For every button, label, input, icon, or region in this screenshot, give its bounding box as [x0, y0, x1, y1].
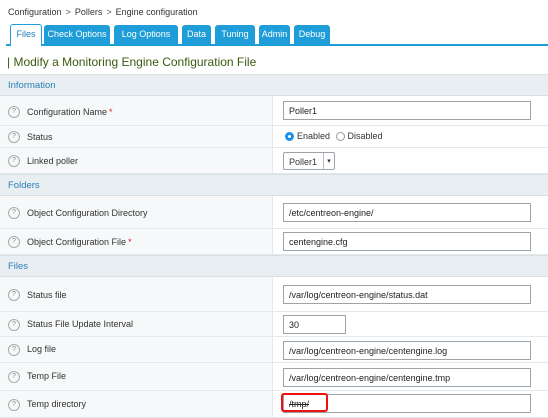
- status-enabled-label[interactable]: Enabled: [297, 131, 330, 141]
- field-label: Status: [27, 132, 53, 142]
- field-label: Linked poller: [27, 156, 79, 166]
- row-linked-poller: ? Linked poller Poller1 ▾: [0, 148, 548, 174]
- section-files: Files: [0, 255, 548, 277]
- row-temp-directory: ? Temp directory /tmp/: [0, 391, 548, 418]
- breadcrumb-pollers[interactable]: Pollers: [75, 7, 103, 17]
- configuration-name-input[interactable]: Poller1: [283, 101, 531, 120]
- help-icon[interactable]: ?: [8, 207, 20, 219]
- object-config-file-input[interactable]: centengine.cfg: [283, 232, 531, 251]
- tab-debug[interactable]: Debug: [294, 25, 330, 44]
- help-icon[interactable]: ?: [8, 236, 20, 248]
- status-disabled-label[interactable]: Disabled: [348, 131, 383, 141]
- row-object-config-file: ? Object Configuration File * centengine.…: [0, 229, 548, 255]
- row-status-file-update-interval: ? Status File Update Interval 30: [0, 312, 548, 337]
- required-marker: *: [128, 237, 132, 247]
- status-radio-group: Enabled Disabled: [285, 131, 383, 141]
- row-status-file: ? Status file /var/log/centreon-engine/s…: [0, 277, 548, 312]
- object-config-directory-input[interactable]: /etc/centreon-engine/: [283, 203, 531, 222]
- field-label: Status File Update Interval: [27, 319, 134, 329]
- section-folders: Folders: [0, 174, 548, 196]
- status-enabled-radio[interactable]: [285, 132, 294, 141]
- required-marker: *: [109, 107, 113, 117]
- field-label: Log file: [27, 344, 57, 354]
- status-file-input[interactable]: /var/log/centreon-engine/status.dat: [283, 285, 531, 304]
- field-label: Object Configuration Directory: [27, 208, 148, 218]
- breadcrumb-separator: >: [106, 7, 112, 17]
- row-status: ? Status Enabled Disabled: [0, 126, 548, 148]
- log-file-input[interactable]: /var/log/centreon-engine/centengine.log: [283, 341, 531, 360]
- status-file-interval-input[interactable]: 30: [283, 315, 346, 334]
- linked-poller-select[interactable]: Poller1 ▾: [283, 152, 335, 170]
- field-label: Temp directory: [27, 399, 87, 409]
- highlight-box: [281, 393, 328, 412]
- help-icon[interactable]: ?: [8, 106, 20, 118]
- field-label: Temp File: [27, 371, 67, 381]
- tab-bar: Files Check Options Log Options Data Tun…: [6, 23, 548, 47]
- tab-check-options[interactable]: Check Options: [44, 25, 110, 44]
- breadcrumb-configuration[interactable]: Configuration: [8, 7, 62, 17]
- tab-files[interactable]: Files: [10, 24, 42, 47]
- tab-tuning[interactable]: Tuning: [215, 25, 255, 44]
- temp-file-input[interactable]: /var/log/centreon-engine/centengine.tmp: [283, 368, 531, 387]
- help-icon[interactable]: ?: [8, 131, 20, 143]
- tab-data[interactable]: Data: [182, 25, 211, 44]
- help-icon[interactable]: ?: [8, 319, 20, 331]
- field-label: Status file: [27, 290, 67, 300]
- row-temp-file: ? Temp File /var/log/centreon-engine/cen…: [0, 363, 548, 391]
- help-icon[interactable]: ?: [8, 371, 20, 383]
- page-title: | Modify a Monitoring Engine Configurati…: [7, 55, 257, 69]
- help-icon[interactable]: ?: [8, 289, 20, 301]
- field-label: Object Configuration File *: [27, 237, 132, 247]
- breadcrumb-engine-configuration[interactable]: Engine configuration: [116, 7, 198, 17]
- tab-admin[interactable]: Admin: [259, 25, 290, 44]
- help-icon[interactable]: ?: [8, 155, 20, 167]
- section-information: Information: [0, 74, 548, 96]
- field-label: Configuration Name *: [27, 107, 113, 117]
- breadcrumb-separator: >: [65, 7, 71, 17]
- chevron-down-icon[interactable]: ▾: [323, 153, 334, 169]
- row-object-config-directory: ? Object Configuration Directory /etc/ce…: [0, 196, 548, 229]
- help-icon[interactable]: ?: [8, 399, 20, 411]
- tab-log-options[interactable]: Log Options: [114, 25, 178, 44]
- status-disabled-radio[interactable]: [335, 132, 345, 141]
- linked-poller-value: Poller1: [289, 157, 318, 167]
- row-log-file: ? Log file /var/log/centreon-engine/cent…: [0, 337, 548, 363]
- row-configuration-name: ? Configuration Name * Poller1: [0, 96, 548, 126]
- help-icon[interactable]: ?: [8, 344, 20, 356]
- breadcrumb: Configuration > Pollers > Engine configurati…: [8, 7, 198, 17]
